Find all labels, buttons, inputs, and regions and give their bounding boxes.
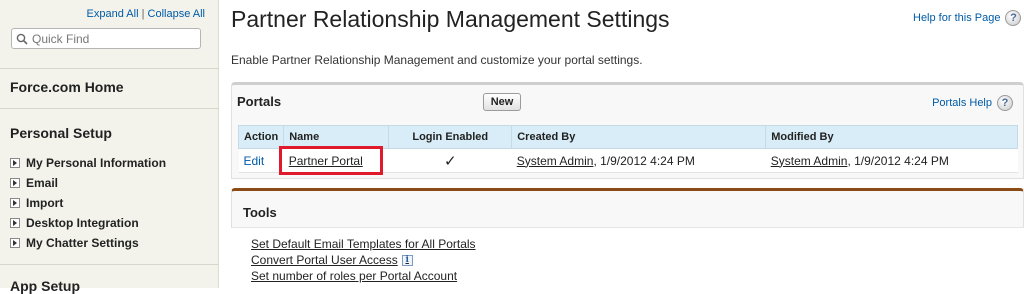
expand-triangle-icon [10,218,20,228]
created-by-date: , 1/9/2012 4:24 PM [593,153,695,168]
personal-setup-heading: Personal Setup [10,125,112,141]
sidebar-divider [0,264,219,265]
expand-triangle-icon [10,158,20,168]
set-default-email-templates-link[interactable]: Set Default Email Templates for All Port… [251,236,476,252]
help-for-this-page-link[interactable]: Help for this Page ? [913,10,1022,26]
tool-link-label: Set number of roles per Portal Account [251,269,458,283]
sidebar-divider [0,68,219,69]
portals-help-link[interactable]: Portals Help ? [932,95,1013,111]
help-question-icon: ? [997,95,1013,111]
sidebar-item-label: My Personal Information [26,156,167,170]
modified-by-user-link[interactable]: System Admin [771,154,848,168]
checkmark-icon: ✓ [443,152,457,170]
app-setup-heading: App Setup [10,278,80,294]
help-question-icon: ? [1005,10,1022,26]
sidebar-item-my-personal-information[interactable]: My Personal Information [10,153,166,173]
collapse-all-link[interactable]: Collapse All [148,8,205,20]
sidebar-item-label: Import [26,196,64,210]
sidebar-divider [0,108,219,109]
modified-by-date: , 1/9/2012 4:24 PM [847,153,949,168]
column-header-action: Action [237,125,285,149]
tool-link-label: Set Default Email Templates for All Port… [251,237,476,251]
created-by-cell: System Admin, 1/9/2012 4:24 PM [511,148,766,173]
edit-link[interactable]: Edit [244,154,265,168]
column-header-name: Name [283,125,390,149]
setup-sidebar: Expand All | Collapse All Force.com Home… [0,0,219,294]
expand-triangle-icon [10,238,20,248]
expand-separator: | [141,8,145,20]
action-cell: Edit [238,148,284,173]
table-header-row: Action Name Login Enabled Created By Mod… [237,125,1018,149]
force-home-link[interactable]: Force.com Home [10,79,124,95]
created-by-user-link[interactable]: System Admin [517,154,594,168]
name-cell: Partner Portal [283,148,389,173]
quick-find-input[interactable] [32,31,197,46]
portals-table: Action Name Login Enabled Created By Mod… [237,125,1018,173]
partner-portal-link[interactable]: Partner Portal [289,154,363,168]
sidebar-item-label: Desktop Integration [26,216,139,230]
personal-setup-list: My Personal Information Email Import Des… [10,153,166,253]
tools-links-list: Set Default Email Templates for All Port… [251,236,476,284]
tools-title: Tools [243,205,277,220]
help-link-label: Help for this Page [913,12,1001,24]
modified-by-cell: System Admin, 1/9/2012 4:24 PM [765,148,1018,173]
expand-collapse-row: Expand All | Collapse All [87,8,205,20]
sidebar-item-label: Email [26,176,59,190]
new-portal-button[interactable]: New [483,93,521,111]
column-header-created-by: Created By [511,125,767,149]
search-icon [16,33,28,45]
set-number-of-roles-link[interactable]: Set number of roles per Portal Account [251,268,476,284]
sidebar-item-desktop-integration[interactable]: Desktop Integration [10,213,166,233]
expand-triangle-icon [10,198,20,208]
column-header-login-enabled: Login Enabled [388,125,513,149]
tools-section: Tools [231,188,1024,228]
tool-link-label: Convert Portal User Access [251,253,398,267]
expand-all-link[interactable]: Expand All [87,8,139,20]
sidebar-item-import[interactable]: Import [10,193,166,213]
page-description: Enable Partner Relationship Management a… [231,53,643,67]
portals-title: Portals [237,94,282,109]
sidebar-item-email[interactable]: Email [10,173,166,193]
sidebar-item-my-chatter-settings[interactable]: My Chatter Settings [10,233,166,253]
info-icon[interactable]: i [401,254,413,266]
page-title: Partner Relationship Management Settings [231,6,670,32]
convert-portal-user-access-link[interactable]: Convert Portal User Access i [251,252,476,268]
sidebar-item-label: My Chatter Settings [26,236,139,250]
login-enabled-cell: ✓ [388,148,512,173]
portals-related-list: Portals New Portals Help ? Action Name L… [231,82,1024,179]
portals-help-label: Portals Help [932,97,992,109]
expand-triangle-icon [10,178,20,188]
table-row: Edit Partner Portal ✓ System Admin, 1/9/… [238,148,1018,173]
column-header-modified-by: Modified By [765,125,1018,149]
quick-find-box[interactable] [11,28,201,49]
